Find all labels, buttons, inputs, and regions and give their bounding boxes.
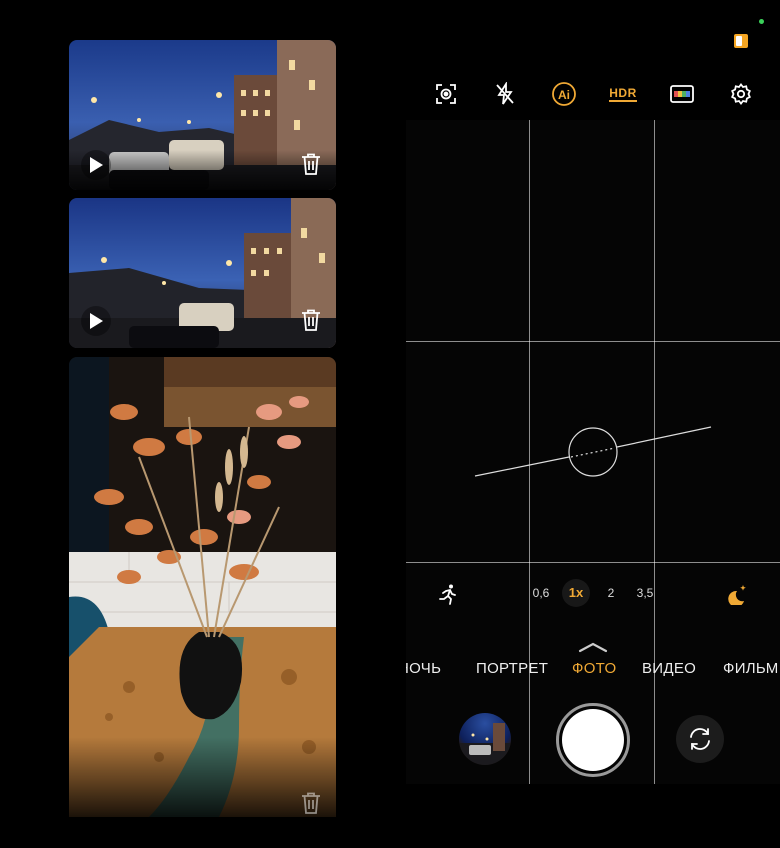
- gallery-preview-button[interactable]: [459, 713, 511, 765]
- settings-button[interactable]: [725, 78, 757, 110]
- trash-icon: [302, 792, 320, 814]
- flash-button[interactable]: [489, 78, 521, 110]
- side-panel-icon[interactable]: [734, 34, 748, 48]
- gallery-preview-image: [459, 723, 511, 765]
- mode-video[interactable]: ВИДЕО: [642, 660, 696, 677]
- settings-icon: [731, 83, 751, 105]
- recording-indicator: [759, 19, 764, 24]
- delete-button[interactable]: [298, 789, 324, 817]
- trash-icon: [302, 153, 320, 175]
- zoom-controls: 0,6 1x 2 3,5: [406, 578, 780, 608]
- running-person-icon: [439, 584, 456, 605]
- filter-icon: [670, 85, 694, 103]
- flash-off-icon: [496, 82, 514, 105]
- play-button[interactable]: [81, 306, 111, 336]
- viewfinder[interactable]: [406, 120, 780, 784]
- switch-camera-icon: [690, 728, 710, 750]
- gallery-item-video-2[interactable]: [69, 198, 336, 348]
- lens-scan-button[interactable]: [430, 78, 462, 110]
- shutter-inner: [562, 709, 624, 771]
- chevron-up-icon[interactable]: [578, 640, 608, 654]
- delete-button[interactable]: [298, 306, 324, 334]
- mode-night[interactable]: НОЧЬ: [406, 660, 441, 677]
- gallery-item-photo[interactable]: [69, 357, 336, 817]
- play-icon: [90, 313, 103, 329]
- lens-scan-icon: [436, 84, 456, 104]
- delete-button[interactable]: [298, 150, 324, 178]
- mode-selector: НОЧЬ ПОРТРЕТ ФОТО ВИДЕО ФИЛЬМ: [406, 660, 780, 684]
- hdr-icon: HDR: [609, 85, 637, 102]
- svg-text:Ai: Ai: [558, 88, 570, 102]
- play-button[interactable]: [81, 150, 111, 180]
- switch-camera-button[interactable]: [676, 715, 724, 763]
- shutter-button[interactable]: [556, 703, 630, 777]
- thumb-shade: [69, 737, 336, 817]
- night-mode-button[interactable]: [724, 580, 752, 608]
- filter-button[interactable]: [666, 78, 698, 110]
- level-indicator: [474, 426, 712, 477]
- ai-button[interactable]: Ai: [548, 78, 580, 110]
- mode-photo[interactable]: ФОТО: [572, 660, 616, 677]
- motion-mode-button[interactable]: [434, 580, 462, 608]
- play-icon: [90, 157, 103, 173]
- mode-portrait[interactable]: ПОРТРЕТ: [476, 660, 548, 677]
- camera-toolbar: Ai HDR: [420, 78, 770, 110]
- moon-stars-icon: [728, 585, 746, 605]
- hdr-button[interactable]: HDR: [607, 78, 639, 110]
- zoom-option[interactable]: 2: [596, 580, 626, 606]
- zoom-option-selected[interactable]: 1x: [562, 579, 590, 607]
- zoom-option[interactable]: 0,6: [526, 580, 556, 606]
- zoom-option[interactable]: 3,5: [630, 580, 660, 606]
- gallery-item-video-1[interactable]: [69, 40, 336, 190]
- mode-film[interactable]: ФИЛЬМ: [723, 660, 779, 677]
- ai-icon: Ai: [552, 82, 576, 106]
- trash-icon: [302, 309, 320, 331]
